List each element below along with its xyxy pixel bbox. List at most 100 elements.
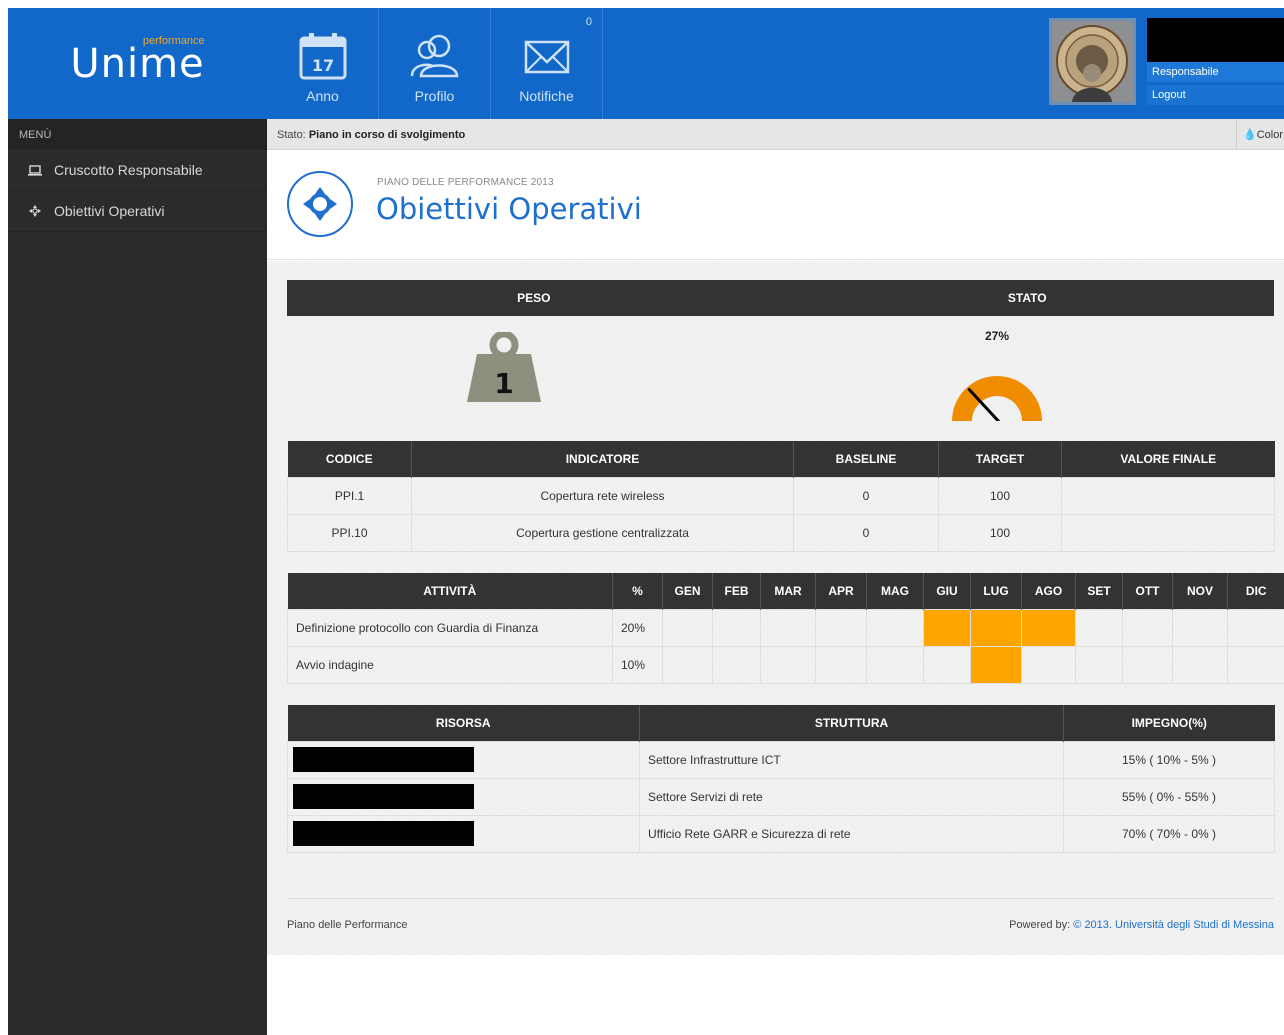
- col-target: TARGET: [938, 441, 1062, 477]
- cell-target: 100: [938, 513, 1062, 552]
- cell-month-ott: [1122, 608, 1173, 647]
- col-percent: %: [612, 573, 663, 609]
- peso-stato-panel: PESO STATO 1 27%: [287, 280, 1274, 425]
- cell-month-nov: [1172, 645, 1228, 684]
- nav-notifiche[interactable]: 0 Notifiche: [491, 8, 603, 119]
- col-indicatore: INDICATORE: [411, 441, 794, 477]
- notification-count: 0: [585, 16, 592, 28]
- col-risorsa: RISORSA: [287, 705, 640, 741]
- redacted-name: [293, 747, 474, 772]
- logout-link[interactable]: Logout: [1147, 85, 1284, 105]
- nav-anno-label: Anno: [306, 88, 339, 104]
- status-prefix: Stato:: [277, 129, 306, 141]
- droplet-icon: 💧: [1243, 129, 1257, 141]
- col-mar: MAR: [760, 573, 816, 609]
- cell-month-mag: [866, 608, 924, 647]
- cell-month-giu: [923, 645, 971, 684]
- avatar[interactable]: [1049, 18, 1136, 105]
- table-row: Definizione protocollo con Guardia di Fi…: [287, 608, 1284, 647]
- calendar-icon: 17: [299, 33, 346, 80]
- redacted-name: [293, 821, 474, 846]
- cell-month-giu: [923, 608, 971, 647]
- sidebar: MENÙ Cruscotto Responsabile Obiettivi Op…: [8, 119, 267, 1035]
- stato-percent-label: 27%: [984, 329, 1010, 343]
- col-ago: AGO: [1021, 573, 1076, 609]
- sidebar-item-cruscotto[interactable]: Cruscotto Responsabile: [8, 150, 267, 191]
- cell-month-ago: [1021, 645, 1076, 684]
- footer-link[interactable]: © 2013. Università degli Studi di Messin…: [1073, 919, 1274, 931]
- footer: Piano delle Performance Powered by: © 20…: [287, 898, 1274, 931]
- sidebar-item-label: Obiettivi Operativi: [54, 203, 165, 219]
- col-codice: CODICE: [287, 441, 412, 477]
- indicators-table: CODICE INDICATORE BASELINE TARGET VALORE…: [287, 441, 1275, 552]
- cell-impegno: 55% ( 0% - 55% ): [1063, 777, 1275, 816]
- footer-left: Piano delle Performance: [287, 919, 408, 931]
- table-row: PPI.10 Copertura gestione centralizzata …: [287, 513, 1275, 552]
- cell-struttura: Ufficio Rete GARR e Sicurezza di rete: [639, 814, 1064, 853]
- nav-notifiche-label: Notifiche: [519, 88, 574, 104]
- col-baseline: BASELINE: [793, 441, 939, 477]
- page-title: Obiettivi Operativi: [376, 192, 642, 226]
- footer-powered: Powered by:: [1009, 919, 1071, 931]
- color-button-label: Color: [1256, 129, 1283, 141]
- role-responsabile[interactable]: Responsabile: [1147, 62, 1284, 82]
- target-icon: [287, 171, 353, 237]
- table-header-row: RISORSA STRUTTURA IMPEGNO(%): [287, 705, 1275, 741]
- col-dic: DIC: [1227, 573, 1284, 609]
- cell-risorsa: [287, 814, 640, 853]
- col-struttura: STRUTTURA: [639, 705, 1064, 741]
- cell-attivita: Definizione protocollo con Guardia di Fi…: [287, 608, 613, 647]
- laptop-icon: [24, 164, 46, 176]
- table-header-row: CODICE INDICATORE BASELINE TARGET VALORE…: [287, 441, 1275, 477]
- col-impegno: IMPEGNO(%): [1063, 705, 1275, 741]
- cell-struttura: Settore Servizi di rete: [639, 777, 1064, 816]
- cell-month-feb: [712, 608, 761, 647]
- cell-indicatore: Copertura rete wireless: [411, 476, 794, 515]
- table-header-row: ATTIVITÀ% GEN FEB MAR APR MAG GIU LUG AGO SET OTT N…: [287, 573, 1284, 609]
- cell-codice: PPI.1: [287, 476, 412, 515]
- col-feb: FEB: [712, 573, 761, 609]
- logo-tag: performance: [142, 34, 205, 47]
- status-value: Piano in corso di svolgimento: [308, 129, 466, 141]
- page-subtitle: PIANO DELLE PERFORMANCE 2013: [377, 177, 554, 188]
- activities-table-wrap: ATTIVITÀ% GEN FEB MAR APR MAG GIU LUG AGO SET OTT N…: [287, 573, 1284, 684]
- cell-month-dic: [1227, 645, 1284, 684]
- cell-month-mar: [760, 645, 816, 684]
- user-name-redacted: [1147, 18, 1284, 62]
- cell-indicatore: Copertura gestione centralizzata: [411, 513, 794, 552]
- cell-valore-finale: [1061, 476, 1275, 515]
- weight-icon: 1: [465, 330, 543, 405]
- cell-month-mar: [760, 608, 816, 647]
- color-theme-button[interactable]: 💧Color: [1236, 119, 1284, 150]
- redacted-name: [293, 784, 474, 809]
- app-logo[interactable]: Unime performance: [8, 8, 267, 119]
- cell-risorsa: [287, 740, 640, 779]
- col-set: SET: [1075, 573, 1123, 609]
- nav-profilo[interactable]: Profilo: [379, 8, 491, 119]
- col-lug: LUG: [970, 573, 1022, 609]
- page-header: PIANO DELLE PERFORMANCE 2013 Obiettivi O…: [267, 150, 1284, 260]
- cell-codice: PPI.10: [287, 513, 412, 552]
- cell-month-nov: [1172, 608, 1228, 647]
- col-valore-finale: VALORE FINALE: [1061, 441, 1275, 477]
- cell-attivita: Avvio indagine: [287, 645, 613, 684]
- col-gen: GEN: [662, 573, 713, 609]
- footer-right: Powered by: © 2013. Università degli Stu…: [1009, 919, 1274, 931]
- logo-wordmark: Unime performance: [70, 35, 204, 87]
- col-attivita: ATTIVITÀ: [287, 573, 613, 609]
- peso-value: 1: [494, 367, 513, 400]
- status-bar: Stato: Piano in corso di svolgimento 💧Co…: [267, 119, 1284, 150]
- cell-target: 100: [938, 476, 1062, 515]
- stato-gauge: [947, 353, 1047, 424]
- cell-month-feb: [712, 645, 761, 684]
- sidebar-item-obiettivi[interactable]: Obiettivi Operativi: [8, 191, 267, 232]
- cell-month-mag: [866, 645, 924, 684]
- col-giu: GIU: [923, 573, 971, 609]
- nav-anno[interactable]: 17 Anno: [267, 8, 379, 119]
- cell-percent: 20%: [612, 608, 663, 647]
- cell-risorsa: [287, 777, 640, 816]
- table-row: Settore Infrastrutture ICT 15% ( 10% - 5…: [287, 740, 1275, 779]
- peso-stato-header: PESO STATO: [287, 280, 1274, 316]
- cell-month-set: [1075, 608, 1123, 647]
- peso-header: PESO: [517, 291, 551, 305]
